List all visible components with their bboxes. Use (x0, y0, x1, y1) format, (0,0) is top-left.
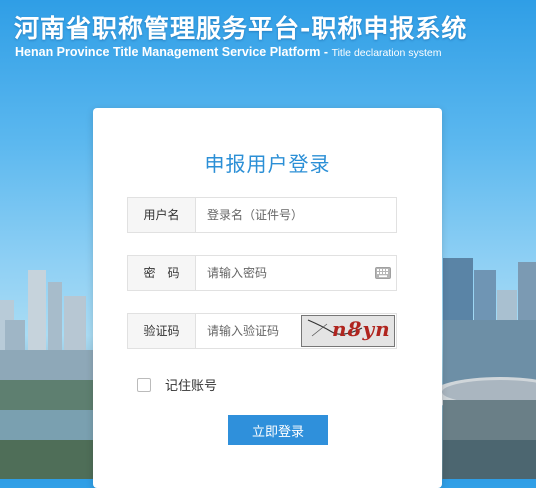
username-input[interactable] (196, 198, 396, 232)
login-title: 申报用户登录 (204, 152, 331, 176)
captcha-label: 验证码 (128, 314, 196, 348)
login-card: 申报用户登录 用户名 密 码 验证码 n8yn 记住账号 立即登录 (93, 108, 442, 488)
username-row: 用户名 (127, 197, 397, 233)
page-title-cn: 河南省职称管理服务平台-职称申报系统 (14, 9, 467, 45)
remember-checkbox[interactable] (137, 377, 151, 392)
username-label: 用户名 (128, 198, 196, 232)
login-button[interactable]: 立即登录 (228, 415, 328, 445)
keyboard-icon[interactable] (375, 267, 391, 279)
platform-name: 河南省职称管理服务平台 (14, 14, 301, 43)
page-title-en: Henan Province Title Management Service … (15, 45, 441, 59)
platform-name-en: Henan Province Title Management Service … (15, 45, 321, 59)
password-row: 密 码 (127, 255, 397, 291)
remember-label: 记住账号 (165, 379, 218, 394)
password-label: 密 码 (128, 256, 196, 290)
title-separator-en: - (323, 45, 329, 59)
captcha-row: 验证码 n8yn (127, 313, 397, 349)
system-name-en: Title declaration system (331, 47, 442, 59)
captcha-text: n8yn (332, 317, 391, 341)
captcha-input[interactable] (196, 314, 301, 348)
system-name: 职称申报系统 (311, 14, 468, 43)
password-input[interactable] (196, 256, 366, 290)
captcha-image[interactable]: n8yn (301, 315, 395, 347)
title-separator: - (300, 14, 312, 43)
remember-account[interactable]: 记住账号 (137, 375, 217, 394)
